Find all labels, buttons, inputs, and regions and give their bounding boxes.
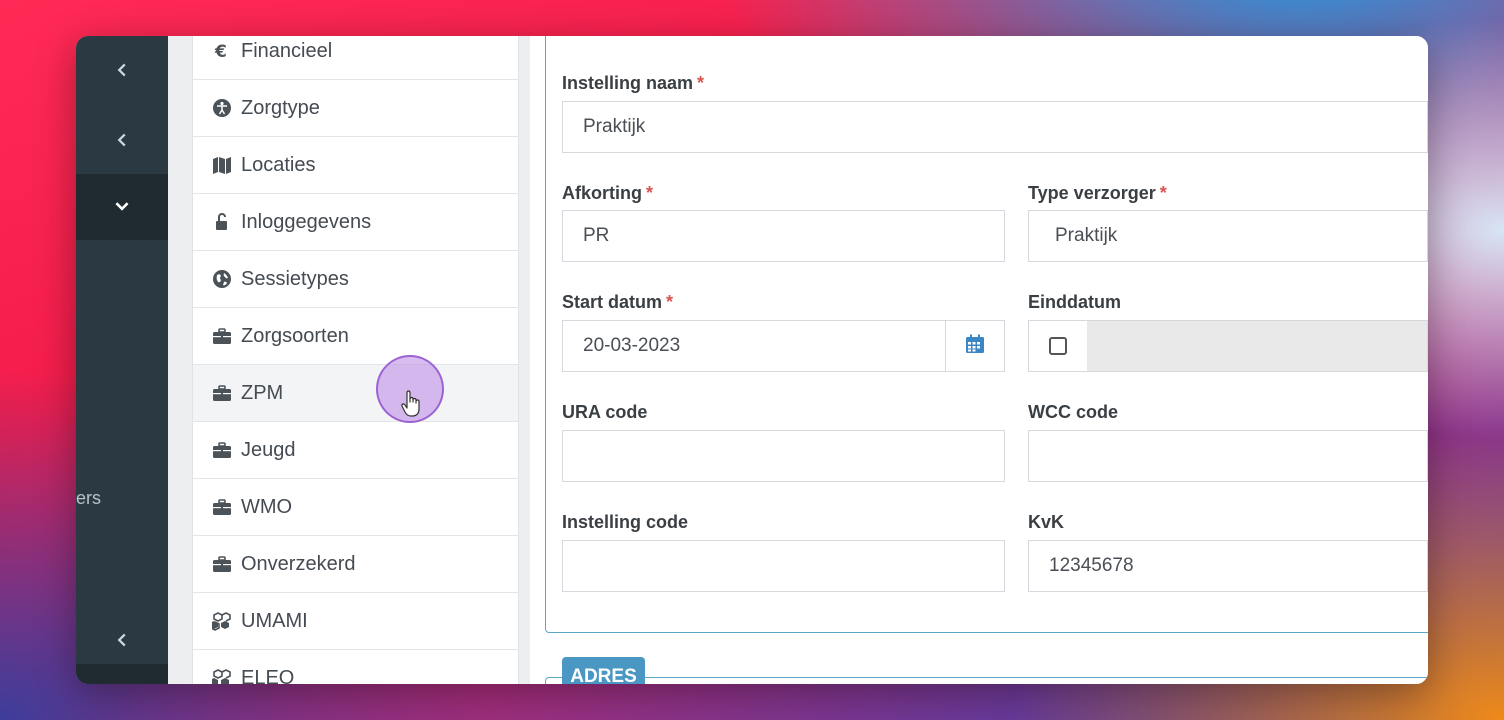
globe-icon <box>211 268 233 290</box>
einddatum-label: Einddatum <box>1028 292 1121 312</box>
menu-item-zorgsoorten[interactable]: Zorgsoorten <box>193 308 518 365</box>
menu-item-wmo[interactable]: WMO <box>193 479 518 536</box>
primary-sidebar: ers <box>76 36 168 684</box>
menu-item-zpm[interactable]: ZPM <box>193 365 518 422</box>
rail-collapse-toggle-2[interactable] <box>76 108 168 174</box>
instelling-code-input[interactable] <box>562 540 1005 592</box>
einddatum-checkbox[interactable] <box>1049 337 1067 355</box>
chevron-down-icon <box>115 197 129 218</box>
cubes-icon <box>211 610 233 632</box>
type-verzorger-select[interactable]: Praktijk <box>1028 210 1428 262</box>
menu-item-label: WMO <box>241 495 293 518</box>
required-marker: * <box>646 183 654 203</box>
chevron-left-icon <box>115 131 129 152</box>
svg-text:€: € <box>214 42 227 61</box>
adres-section-tab[interactable]: ADRES <box>562 657 645 684</box>
menu-item-label: Zorgtype <box>241 96 320 119</box>
einddatum-input <box>1087 320 1428 372</box>
menu-item-label: Jeugd <box>241 438 296 461</box>
menu-item-label: Financieel <box>241 39 333 62</box>
chevron-left-icon <box>115 61 129 82</box>
menu-item-financieel[interactable]: € Financieel <box>193 36 518 80</box>
menu-item-zorgtype[interactable]: Zorgtype <box>193 80 518 137</box>
briefcase-icon <box>211 439 233 461</box>
briefcase-icon <box>211 325 233 347</box>
menu-item-label: Sessietypes <box>241 267 349 290</box>
menu-item-label: Inloggegevens <box>241 210 372 233</box>
instelling-naam-input[interactable]: Praktijk <box>562 101 1428 153</box>
rail-expanded-toggle[interactable] <box>76 174 168 240</box>
start-datum-label: Start datum * <box>562 292 673 313</box>
ura-code-label: URA code <box>562 402 648 422</box>
menu-item-label: ZPM <box>241 381 284 404</box>
afkorting-label: Afkorting * <box>562 183 653 204</box>
menu-item-label: Zorgsoorten <box>241 324 349 347</box>
start-datum-input[interactable]: 20-03-2023 <box>562 320 946 372</box>
label-text: Instelling naam <box>562 73 694 93</box>
required-marker: * <box>1159 183 1167 203</box>
calendar-icon <box>964 333 986 360</box>
menu-item-umami[interactable]: UMAMI <box>193 593 518 650</box>
afkorting-input[interactable]: PR <box>562 210 1005 262</box>
briefcase-icon <box>211 553 233 575</box>
start-datum-calendar-button[interactable] <box>945 320 1005 372</box>
ura-code-input[interactable] <box>562 430 1005 482</box>
rail-partial-label[interactable]: ers <box>76 488 116 509</box>
map-icon <box>211 154 233 176</box>
settings-submenu: € Financieel Zorgtype Locaties Inloggege… <box>168 36 530 684</box>
menu-item-eleo[interactable]: ELEO <box>193 650 518 684</box>
type-verzorger-label: Type verzorger * <box>1028 183 1167 204</box>
instelling-code-label: Instelling code <box>562 512 689 532</box>
briefcase-icon <box>211 496 233 518</box>
label-text: Afkorting <box>562 183 642 203</box>
required-marker: * <box>666 292 674 312</box>
required-marker: * <box>697 73 705 93</box>
euro-icon: € <box>211 40 233 62</box>
rail-collapse-toggle-1[interactable] <box>76 38 168 104</box>
hand-pointer-icon <box>400 390 422 418</box>
menu-item-label: Locaties <box>241 153 316 176</box>
briefcase-icon <box>211 382 233 404</box>
menu-item-onverzekerd[interactable]: Onverzekerd <box>193 536 518 593</box>
adres-panel <box>545 677 1428 684</box>
menu-item-label: UMAMI <box>241 609 308 632</box>
unlock-icon <box>211 211 233 233</box>
menu-item-inloggegevens[interactable]: Inloggegevens <box>193 194 518 251</box>
menu-item-label: Onverzekerd <box>241 552 356 575</box>
menu-item-locaties[interactable]: Locaties <box>193 137 518 194</box>
rail-footer <box>76 664 168 684</box>
label-text: Start datum <box>562 292 663 312</box>
menu-item-label: ELEO <box>241 666 295 685</box>
accessibility-icon <box>211 97 233 119</box>
instelling-naam-label: Instelling naam * <box>562 73 704 94</box>
app-window: ers € Financieel Zorgtype Locaties Inlog… <box>76 36 1428 684</box>
chevron-left-icon <box>115 631 129 652</box>
settings-menu-list: € Financieel Zorgtype Locaties Inloggege… <box>192 36 519 684</box>
cubes-icon <box>211 667 233 684</box>
einddatum-toggle[interactable] <box>1028 320 1088 372</box>
wcc-code-label: WCC code <box>1028 402 1118 422</box>
wcc-code-input[interactable] <box>1028 430 1428 482</box>
main-content: Instelling naam * Praktijk Afkorting * PR … <box>530 36 1428 684</box>
menu-item-sessietypes[interactable]: Sessietypes <box>193 251 518 308</box>
kvk-input[interactable]: 12345678 <box>1028 540 1428 592</box>
kvk-label: KvK <box>1028 512 1065 532</box>
label-text: Type verzorger <box>1028 183 1156 203</box>
menu-item-jeugd[interactable]: Jeugd <box>193 422 518 479</box>
